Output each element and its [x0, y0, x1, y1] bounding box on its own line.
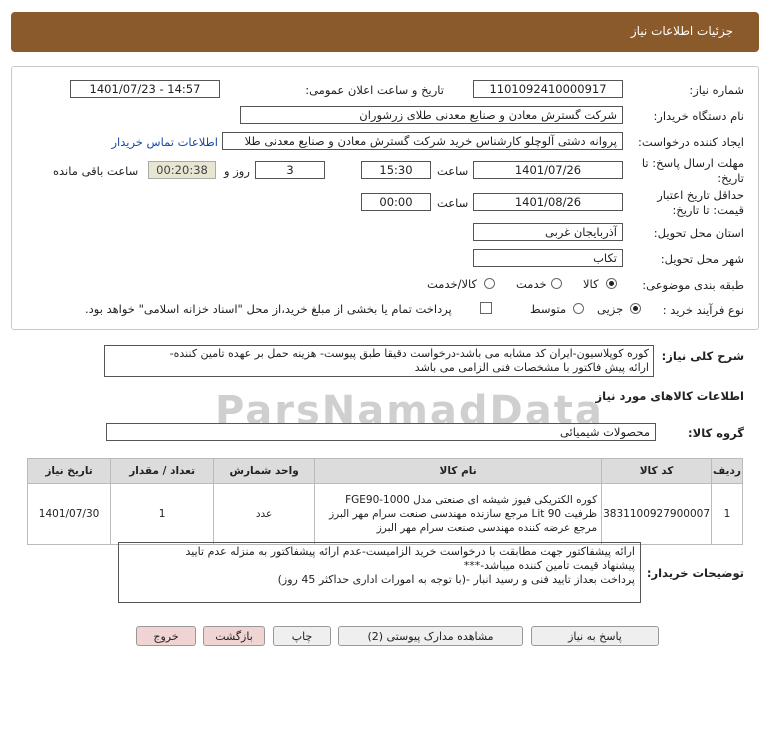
cell-qty: 1 — [110, 483, 215, 545]
buyer-org-label: نام دستگاه خریدار: — [653, 109, 744, 123]
reply-date-field: 1401/07/26 — [473, 161, 623, 179]
col-date: تاریخ نیاز — [26, 458, 112, 484]
cell-name-line-1: کوره الکتریکی فیوز شیشه ای صنعتی مدل FGE… — [345, 494, 598, 506]
cell-name: کوره الکتریکی فیوز شیشه ای صنعتی مدل FGE… — [314, 483, 603, 545]
cell-date: 1401/07/30 — [26, 483, 112, 545]
items-table: ردیف کد کالا نام کالا واحد شمارش تعداد /… — [26, 458, 743, 545]
remaining-label: ساعت باقی مانده — [53, 164, 139, 178]
col-row: ردیف — [711, 458, 743, 484]
validity-date-field: 1401/08/26 — [473, 193, 623, 211]
need-number-label: شماره نیاز: — [689, 83, 744, 97]
col-qty: تعداد / مقدار — [110, 458, 215, 484]
category-option-both: کالا/خدمت — [427, 277, 478, 291]
purchase-radio-minor[interactable] — [630, 303, 641, 314]
print-button[interactable]: چاپ — [273, 626, 331, 646]
purchase-type-label: نوع فرآیند خرید : — [662, 303, 744, 317]
buyer-notes-line-2: پیشنهاد قیمت تامین کننده میباشد-*** — [463, 559, 635, 572]
treasury-checkbox[interactable] — [480, 302, 492, 314]
buyer-notes-line-3: پرداخت بعداز تایید فنی و رسید انبار -(با… — [277, 573, 635, 586]
payment-note: پرداخت تمام یا بخشی از مبلغ خرید،از محل … — [85, 302, 452, 316]
validity-time-label: ساعت — [437, 196, 469, 210]
purchase-option-minor: جزیی — [597, 302, 624, 316]
col-code: کد کالا — [601, 458, 712, 484]
province-label: استان محل تحویل: — [653, 226, 744, 240]
days-field: 3 — [255, 161, 325, 179]
category-label: طبقه بندی موضوعی: — [642, 278, 744, 292]
category-radio-goods[interactable] — [606, 278, 617, 289]
description-box: کوره کوپلاسیون-ایران کد مشابه می باشد-در… — [104, 345, 654, 377]
exit-button[interactable]: خروج — [136, 626, 196, 646]
back-button[interactable]: بازگشت — [203, 626, 265, 646]
table-row: 1 3831100927900007 کوره الکتریکی فیوز شی… — [26, 483, 743, 545]
col-unit: واحد شمارش — [213, 458, 316, 484]
validity-label: حداقل تاریخ اعتبار قیمت: تا تاریخ: — [657, 188, 744, 217]
cell-unit: عدد — [213, 483, 316, 545]
reply-time-label: ساعت — [437, 164, 469, 178]
cell-row: 1 — [711, 483, 743, 545]
reply-deadline-label: مهلت ارسال پاسخ: تا تاریخ: — [641, 156, 744, 185]
buyer-notes-label: توضیحات خریدار: — [646, 566, 744, 580]
page-header: جزئیات اطلاعات نیاز — [11, 12, 759, 52]
creator-label: ایجاد کننده درخواست: — [638, 135, 744, 149]
view-attachments-button[interactable]: مشاهده مدارک پیوستی (2) — [338, 626, 523, 646]
cell-name-line-2: ظرفیت Lit 90 مرجع سازنده مهندسی صنعت سرا… — [329, 508, 598, 520]
cell-name-line-3: مرجع عرضه کننده مهندسی صنعت سرام مهر الب… — [376, 522, 598, 534]
goods-group-label: گروه کالا: — [688, 426, 744, 440]
cell-code: 3831100927900007 — [601, 483, 712, 545]
purchase-radio-medium[interactable] — [573, 303, 584, 314]
description-line-2: ارائه پیش فاکتور با مشخصات فنی الزامی می… — [414, 361, 649, 374]
category-option-goods: کالا — [583, 277, 599, 291]
remaining-time: 00:20:38 — [148, 161, 216, 179]
purchase-option-medium: متوسط — [530, 302, 567, 316]
contact-buyer-link[interactable]: اطلاعات تماس خریدار — [111, 135, 218, 149]
goods-section-title: اطلاعات کالاهای مورد نیاز — [595, 389, 744, 403]
reply-time-field: 15:30 — [361, 161, 431, 179]
city-field: تکاب — [473, 249, 623, 267]
days-label: روز و — [224, 164, 250, 178]
goods-group-field: محصولات شیمیائی — [106, 423, 656, 441]
items-table-header: ردیف کد کالا نام کالا واحد شمارش تعداد /… — [26, 458, 743, 484]
validity-time-field: 00:00 — [361, 193, 431, 211]
page-title: جزئیات اطلاعات نیاز — [630, 24, 733, 38]
buyer-notes-box: ارائه پیشفاکتور جهت مطابقت با درخواست خر… — [118, 542, 641, 603]
announce-field: 1401/07/23 - 14:57 — [70, 80, 220, 98]
category-option-service: خدمت — [516, 277, 547, 291]
reply-button[interactable]: پاسخ به نیاز — [531, 626, 659, 646]
buyer-org-field: شرکت گسترش معادن و صنایع معدنی طلای زرشو… — [240, 106, 623, 124]
category-radio-both[interactable] — [484, 278, 495, 289]
creator-field: پروانه دشتی آلوچلو کارشناس خرید شرکت گست… — [222, 132, 623, 150]
description-line-1: کوره کوپلاسیون-ایران کد مشابه می باشد-در… — [169, 347, 649, 360]
announce-label: تاریخ و ساعت اعلان عمومی: — [305, 83, 444, 97]
buyer-notes-line-1: ارائه پیشفاکتور جهت مطابقت با درخواست خر… — [185, 545, 635, 558]
description-label: شرح کلی نیاز: — [661, 349, 744, 363]
col-name: نام کالا — [314, 458, 603, 484]
province-field: آذربایجان غربی — [473, 223, 623, 241]
category-radio-service[interactable] — [551, 278, 562, 289]
need-number-field: 1101092410000917 — [473, 80, 623, 98]
city-label: شهر محل تحویل: — [660, 252, 744, 266]
